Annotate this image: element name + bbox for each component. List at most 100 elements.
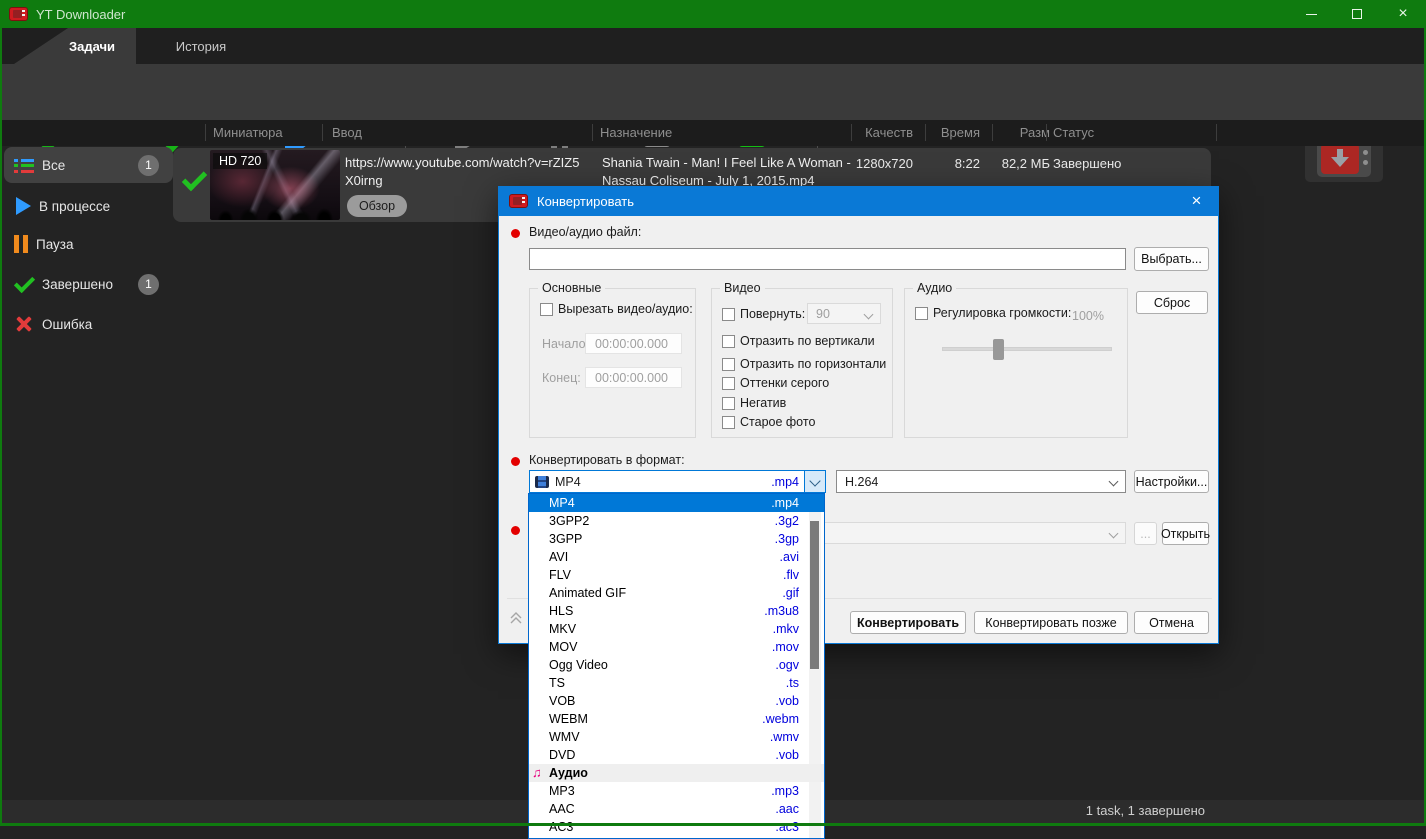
column-header-destination[interactable]: Назначение [600, 125, 672, 140]
checkbox-icon[interactable] [722, 377, 735, 390]
dropdown-item[interactable]: 3GPP.3gp [529, 530, 824, 548]
checkbox-icon[interactable] [722, 358, 735, 371]
dropdown-item[interactable]: Ogg Video.ogv [529, 656, 824, 674]
dropdown-item[interactable]: WMV.wmv [529, 728, 824, 746]
minimize-icon [1306, 14, 1317, 15]
collapse-double-chevron-icon[interactable] [507, 609, 525, 627]
column-header-thumbnail[interactable]: Миниатюра [213, 125, 283, 140]
convert-button[interactable]: Конвертировать [850, 611, 966, 634]
dropdown-scrollbar-thumb[interactable] [810, 521, 819, 669]
volume-slider-handle[interactable] [993, 339, 1004, 360]
yt-downloader-window: { "colors": { "accent_green": "#0f7b0f",… [0, 0, 1426, 826]
browse-button[interactable]: Обзор [347, 195, 407, 217]
dropdown-item[interactable]: WEBM.webm [529, 710, 824, 728]
video-thumbnail[interactable]: HD 720 [210, 150, 340, 220]
column-header-status[interactable]: Статус [1053, 125, 1094, 140]
format-select[interactable]: MP4 .mp4 [529, 470, 826, 493]
file-label: Видео/аудио файл: [529, 225, 641, 239]
dropdown-item[interactable]: VOB.vob [529, 692, 824, 710]
sidebar-item-completed[interactable]: Завершено 1 [4, 266, 173, 302]
tab-tasks[interactable]: Задачи [14, 28, 136, 64]
format-selected-value: MP4 [555, 475, 581, 489]
completed-checkmark-icon [183, 172, 207, 188]
rotate-checkbox[interactable]: Повернуть: [722, 307, 805, 321]
column-header-size[interactable]: Разм [994, 125, 1050, 140]
convert-later-button[interactable]: Конвертировать позже [974, 611, 1128, 634]
close-button[interactable]: × [1380, 0, 1426, 28]
dropdown-group-header[interactable]: ♫Аудио [529, 764, 824, 782]
sidebar-item-all[interactable]: Все 1 [4, 147, 173, 183]
chevron-down-icon [1109, 529, 1119, 539]
reset-button[interactable]: Сброс [1136, 291, 1208, 314]
checkbox-icon[interactable] [540, 303, 553, 316]
group-audio-title: Аудио [913, 281, 956, 295]
format-name: FLV [549, 568, 571, 582]
format-extension: .mp3 [771, 782, 799, 800]
format-name: MP4 [549, 496, 575, 510]
dropdown-item[interactable]: TS.ts [529, 674, 824, 692]
negative-checkbox[interactable]: Негатив [722, 396, 786, 410]
format-extension: .flv [783, 566, 799, 584]
flip-vertical-checkbox[interactable]: Отразить по вертикали [722, 334, 875, 348]
dropdown-item[interactable]: MP4 .mp4 [529, 494, 824, 512]
dropdown-item[interactable]: Animated GIF.gif [529, 584, 824, 602]
tv-screen-icon [1321, 144, 1359, 174]
dropdown-item[interactable]: AVI.avi [529, 548, 824, 566]
flip-horizontal-checkbox[interactable]: Отразить по горизонтали [722, 357, 886, 371]
format-extension: .mp4 [771, 494, 799, 512]
format-extension: .wmv [770, 728, 799, 746]
dropdown-item[interactable]: 3GPP2.3g2 [529, 512, 824, 530]
duration-value: 8:22 [920, 156, 980, 171]
checkbox-icon[interactable] [722, 308, 735, 321]
sidebar-item-error[interactable]: Ошибка [4, 306, 173, 342]
list-icon [14, 156, 34, 174]
checkbox-icon[interactable] [915, 307, 928, 320]
column-header-input[interactable]: Ввод [332, 125, 362, 140]
format-name: MKV [549, 622, 576, 636]
dialog-close-button[interactable]: × [1174, 186, 1219, 216]
dropdown-item[interactable]: MOV.mov [529, 638, 824, 656]
checkbox-icon[interactable] [722, 416, 735, 429]
format-chevron-down-button[interactable] [804, 471, 825, 492]
start-time-label: Начало: [542, 337, 589, 351]
volume-slider-track[interactable] [942, 347, 1112, 351]
app-logo-icon [9, 7, 28, 21]
file-path-input[interactable] [529, 248, 1126, 270]
group-video: Видео Повернуть: 90 Отразить по вертикал… [711, 288, 893, 438]
codec-settings-button[interactable]: Настройки... [1134, 470, 1209, 493]
destination-filename: Shania Twain - Man! I Feel Like A Woman … [602, 154, 854, 190]
dropdown-item[interactable]: MP3.mp3 [529, 782, 824, 800]
checkbox-icon[interactable] [722, 335, 735, 348]
choose-file-button[interactable]: Выбрать... [1134, 247, 1209, 271]
dropdown-item[interactable]: HLS.m3u8 [529, 602, 824, 620]
film-strip-icon [535, 476, 549, 488]
toolbar: Ссылка + Загрузка + Конвертация Старт вс… [0, 64, 1426, 120]
grayscale-checkbox[interactable]: Оттенки серого [722, 376, 829, 390]
codec-select[interactable]: H.264 [836, 470, 1126, 493]
maximize-button[interactable] [1334, 0, 1380, 28]
old-photo-checkbox[interactable]: Старое фото [722, 415, 815, 429]
dropdown-item[interactable]: AC3.ac3 [529, 818, 824, 836]
column-header-quality[interactable]: Качеств [853, 125, 913, 140]
dropdown-item[interactable]: DVD.vob [529, 746, 824, 764]
column-header-time[interactable]: Время [927, 125, 980, 140]
browse-folder-button: ... [1134, 522, 1157, 545]
cancel-button[interactable]: Отмена [1134, 611, 1209, 634]
sidebar-item-in-progress[interactable]: В процессе [4, 188, 173, 224]
format-extension: .gif [782, 584, 799, 602]
dropdown-item[interactable]: AAC.aac [529, 800, 824, 818]
tab-history[interactable]: История [136, 28, 266, 64]
required-dot-icon [511, 526, 520, 535]
tv-knob-icon [1363, 150, 1368, 155]
checkbox-icon[interactable] [722, 397, 735, 410]
volume-checkbox[interactable]: Регулировка громкости: [915, 306, 1071, 320]
dropdown-item[interactable]: MKV.mkv [529, 620, 824, 638]
dialog-titlebar[interactable]: Конвертировать [498, 186, 1219, 216]
minimize-button[interactable] [1288, 0, 1334, 28]
sidebar-item-paused[interactable]: Пауза [4, 226, 173, 262]
dropdown-item[interactable]: FLV .flv [529, 566, 824, 584]
required-dot-icon [511, 229, 520, 238]
format-name: Ogg Video [549, 658, 608, 672]
open-folder-button[interactable]: Открыть [1162, 522, 1209, 545]
cut-video-checkbox[interactable]: Вырезать видео/аудио: [540, 302, 693, 316]
